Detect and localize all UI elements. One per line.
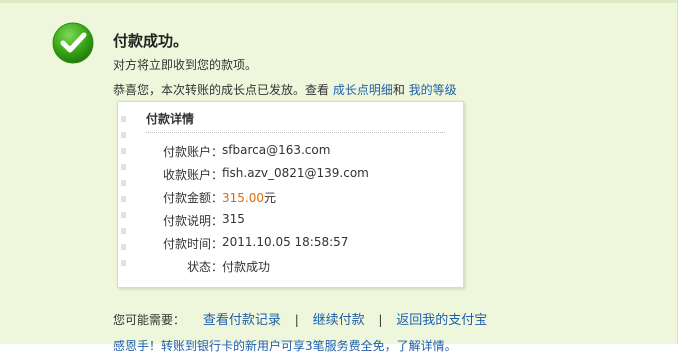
time-value: 2011.10.05 18:58:57 — [222, 235, 349, 249]
my-level-link[interactable]: 我的等级 — [409, 83, 457, 97]
list-bullet — [121, 132, 126, 138]
memo-label: 付款说明： — [162, 214, 223, 228]
details-title: 付款详情 — [146, 112, 195, 126]
view-payment-records-link[interactable]: 查看付款记录 — [203, 313, 281, 328]
growth-message: 恭喜您，本次转账的成长点已发放。查看 成长点明细和 我的等级 — [113, 81, 457, 98]
suggested-actions: 您可能需要： 查看付款记录 | 继续付款 | 返回我的支付宝 — [113, 309, 487, 328]
status-value: 付款成功 — [222, 260, 271, 274]
divider: | — [294, 313, 299, 327]
amount-value: 315.00 — [222, 191, 264, 205]
list-bullet — [121, 164, 126, 170]
details-divider — [146, 132, 445, 133]
memo-value: 315 — [222, 212, 245, 226]
list-bullet — [121, 212, 126, 218]
status-label: 状态： — [186, 260, 223, 274]
page-title: 付款成功。 — [113, 32, 189, 50]
growth-text: 恭喜您，本次转账的成长点已发放。查看 — [113, 83, 333, 97]
list-bullet — [121, 228, 126, 234]
list-bullet — [121, 180, 126, 186]
promo-text[interactable]: 感恩手！转账到银行卡的新用户可享3笔服务费全免，了解详情。 — [113, 337, 457, 354]
payment-details-panel: 付款详情 付款账户： sfbarca@163.com 收款账户： fish.az… — [117, 101, 464, 288]
payer-value: sfbarca@163.com — [222, 143, 331, 157]
growth-and-text: 和 — [392, 83, 409, 97]
page-edge — [678, 0, 685, 344]
suggested-actions-label: 您可能需要： — [113, 313, 186, 327]
list-bullet — [121, 148, 126, 154]
return-to-alipay-link[interactable]: 返回我的支付宝 — [396, 313, 487, 328]
list-bullet — [121, 244, 126, 250]
success-check-icon — [52, 22, 94, 64]
list-bullet — [121, 260, 126, 266]
list-bullet — [121, 116, 126, 122]
payee-label: 收款账户： — [162, 168, 223, 182]
amount-unit: 元 — [264, 191, 277, 205]
amount-value-wrap: 315.00元 — [222, 189, 276, 206]
list-bullet — [121, 196, 126, 202]
top-border — [0, 0, 685, 3]
amount-label: 付款金额： — [162, 191, 223, 205]
time-label: 付款时间： — [162, 237, 223, 251]
divider: | — [378, 313, 383, 327]
payer-label: 付款账户： — [162, 145, 223, 159]
payee-value: fish.azv_0821@139.com — [222, 166, 369, 180]
status-subtitle: 对方将立即收到您的款项。 — [113, 58, 258, 72]
growth-detail-link[interactable]: 成长点明细 — [333, 83, 393, 97]
continue-payment-link[interactable]: 继续付款 — [313, 313, 365, 328]
